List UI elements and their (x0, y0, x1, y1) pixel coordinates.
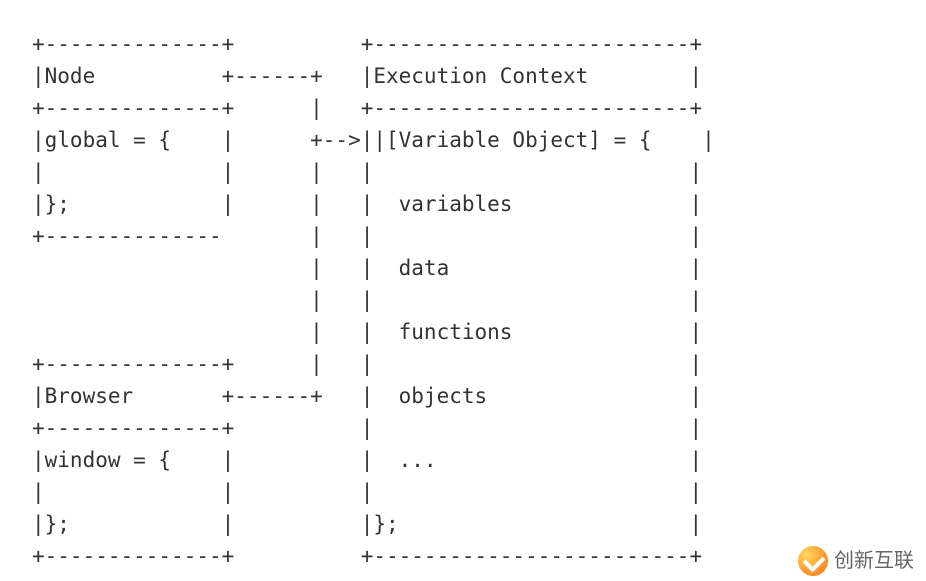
watermark: 创新互联 (798, 545, 914, 577)
watermark-text: 创新互联 (834, 545, 914, 577)
check-badge-icon (798, 546, 828, 576)
ascii-diagram: +--------------+ +----------------------… (0, 0, 926, 572)
